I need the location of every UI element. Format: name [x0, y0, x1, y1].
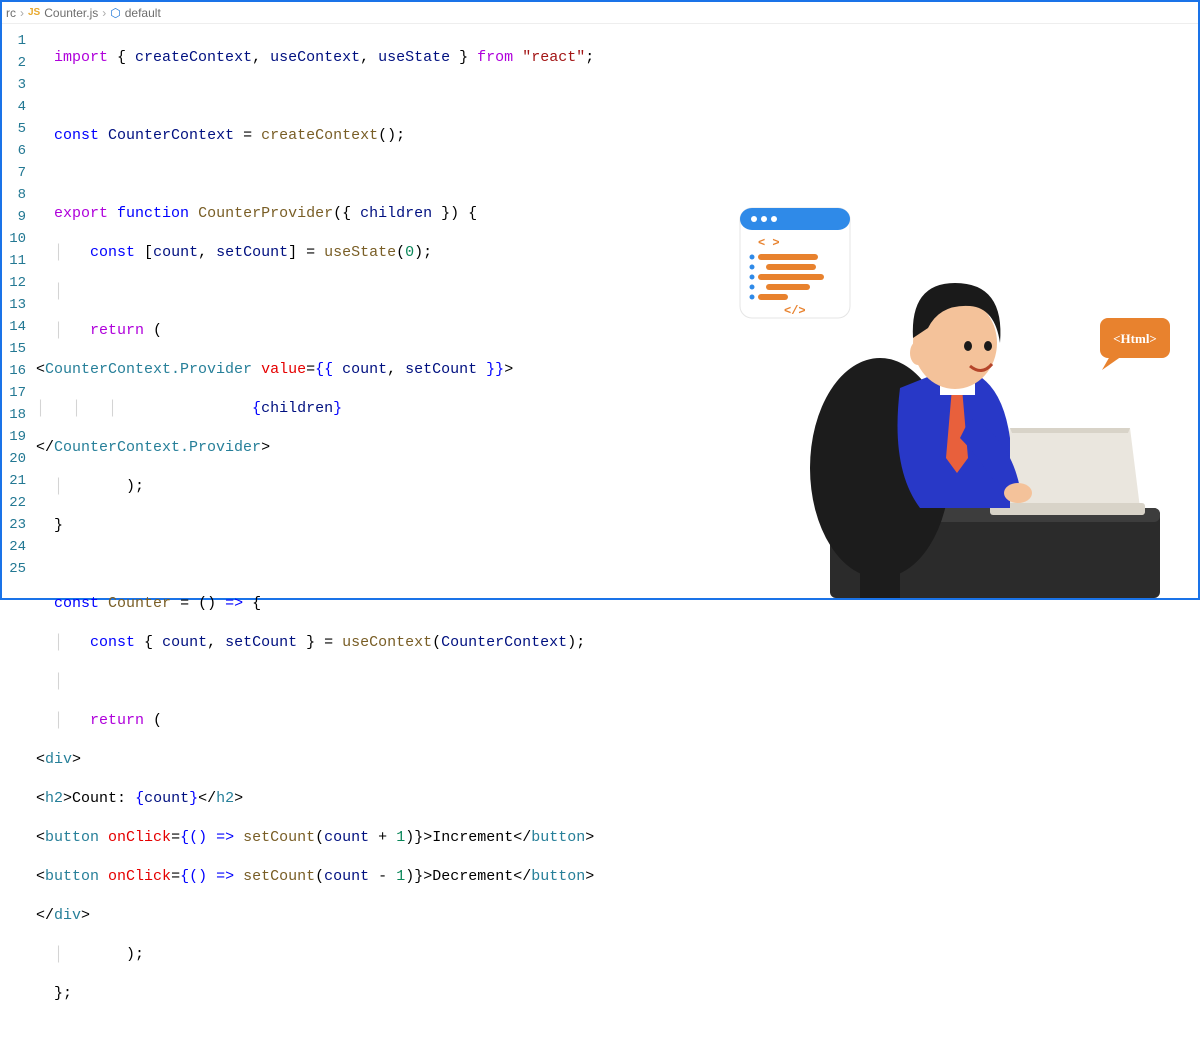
line-number: 1	[2, 30, 36, 52]
code-line[interactable]: <button onClick={() => setCount(count - …	[36, 866, 1198, 888]
code-line[interactable]: │ );	[36, 944, 1198, 966]
code-line[interactable]: };	[36, 983, 1198, 1005]
code-line[interactable]: │ return (	[36, 320, 1198, 342]
code-line[interactable]: import { createContext, useContext, useS…	[36, 47, 1198, 69]
line-number: 7	[2, 162, 36, 184]
code-line[interactable]: export function CounterProvider({ childr…	[36, 203, 1198, 225]
line-number: 9	[2, 206, 36, 228]
code-line[interactable]: <div>	[36, 749, 1198, 771]
code-line[interactable]	[36, 86, 1198, 108]
code-line[interactable]: │ │ │ {children}	[36, 398, 1198, 420]
symbol-icon: ⬡	[110, 6, 120, 20]
code-line[interactable]: │ );	[36, 476, 1198, 498]
code-line[interactable]: }	[36, 515, 1198, 537]
code-editor[interactable]: 1 2 3 4 5 6 7 8 9 10 11 12 13 14 15 16 1…	[2, 24, 1198, 598]
code-line[interactable]	[36, 164, 1198, 186]
line-number: 10	[2, 228, 36, 250]
line-number: 24	[2, 536, 36, 558]
line-number: 20	[2, 448, 36, 470]
chevron-right-icon: ›	[102, 6, 106, 20]
line-number: 21	[2, 470, 36, 492]
line-number: 11	[2, 250, 36, 272]
code-line[interactable]: │	[36, 671, 1198, 693]
code-line[interactable]: │ const [count, setCount] = useState(0);	[36, 242, 1198, 264]
line-number-gutter: 1 2 3 4 5 6 7 8 9 10 11 12 13 14 15 16 1…	[2, 24, 36, 598]
code-line[interactable]	[36, 554, 1198, 576]
code-line[interactable]: const CounterContext = createContext();	[36, 125, 1198, 147]
code-line[interactable]: │	[36, 281, 1198, 303]
line-number: 17	[2, 382, 36, 404]
line-number: 5	[2, 118, 36, 140]
code-line[interactable]: <CounterContext.Provider value={{ count,…	[36, 359, 1198, 381]
chevron-right-icon: ›	[20, 6, 24, 20]
code-line[interactable]: <h2>Count: {count}</h2>	[36, 788, 1198, 810]
line-number: 14	[2, 316, 36, 338]
line-number: 3	[2, 74, 36, 96]
line-number: 15	[2, 338, 36, 360]
line-number: 12	[2, 272, 36, 294]
code-line[interactable]: </CounterContext.Provider>	[36, 437, 1198, 459]
code-line[interactable]: │ const { count, setCount } = useContext…	[36, 632, 1198, 654]
line-number: 22	[2, 492, 36, 514]
line-number: 4	[2, 96, 36, 118]
breadcrumb[interactable]: rc › JS Counter.js › ⬡ default	[2, 2, 1198, 24]
breadcrumb-symbol[interactable]: default	[125, 6, 161, 20]
code-line[interactable]: │ return (	[36, 710, 1198, 732]
line-number: 18	[2, 404, 36, 426]
line-number: 19	[2, 426, 36, 448]
code-content[interactable]: import { createContext, useContext, useS…	[36, 24, 1198, 598]
breadcrumb-folder[interactable]: rc	[6, 6, 16, 20]
code-line[interactable]: </div>	[36, 905, 1198, 927]
js-file-icon: JS	[28, 7, 40, 18]
line-number: 2	[2, 52, 36, 74]
breadcrumb-file[interactable]: Counter.js	[44, 6, 98, 20]
line-number: 16	[2, 360, 36, 382]
line-number: 23	[2, 514, 36, 536]
line-number: 25	[2, 558, 36, 580]
line-number: 13	[2, 294, 36, 316]
line-number: 8	[2, 184, 36, 206]
code-line[interactable]: const Counter = () => {	[36, 593, 1198, 615]
line-number: 6	[2, 140, 36, 162]
code-line[interactable]: <button onClick={() => setCount(count + …	[36, 827, 1198, 849]
